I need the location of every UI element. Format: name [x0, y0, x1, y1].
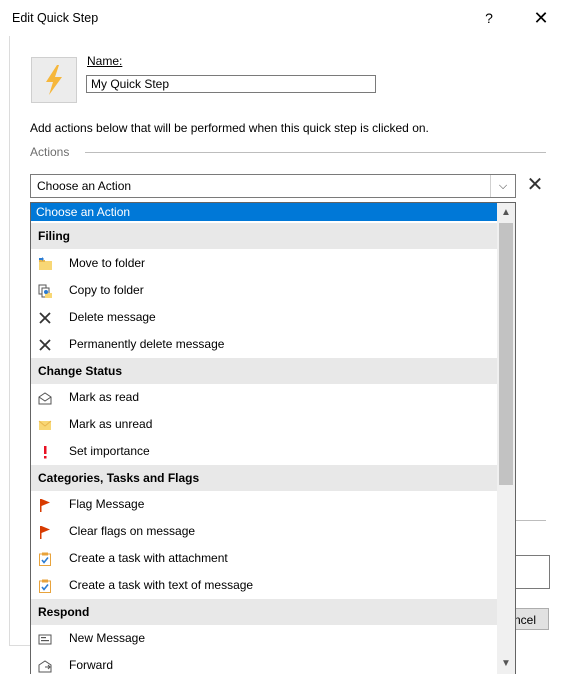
move-folder-icon — [39, 257, 52, 270]
copy-folder-icon — [38, 284, 52, 298]
hidden-text-field[interactable] — [516, 555, 550, 589]
list-item-clear-flags[interactable]: Clear flags on message — [31, 518, 497, 545]
group-header-change-status: Change Status — [31, 358, 497, 384]
chevron-down-icon[interactable]: ⌵ — [490, 175, 515, 197]
quick-step-icon-button[interactable] — [31, 57, 77, 103]
exclamation-icon — [44, 446, 47, 459]
list-item-flag-message[interactable]: Flag Message — [31, 491, 497, 518]
remove-action-button[interactable]: ✕ — [524, 173, 546, 197]
list-item-move-to-folder[interactable]: Move to folder — [31, 250, 497, 277]
list-item-mark-as-read[interactable]: Mark as read — [31, 384, 497, 411]
name-label: Name: — [87, 54, 123, 68]
list-item-set-importance[interactable]: Set importance — [31, 438, 497, 465]
cancel-button[interactable]: ncel — [512, 608, 549, 630]
action-dropdown-list[interactable]: Choose an Action Filing Move to folder C… — [30, 202, 516, 674]
list-item-task-with-attachment[interactable]: Create a task with attachment — [31, 545, 497, 572]
combo-value: Choose an Action — [37, 179, 132, 193]
cancel-label: ncel — [514, 613, 537, 627]
list-item-selected[interactable]: Choose an Action — [31, 203, 497, 221]
task-icon — [39, 579, 51, 593]
list-item-permanently-delete[interactable]: Permanently delete message — [31, 331, 497, 358]
new-message-icon — [38, 634, 52, 645]
open-envelope-icon — [38, 392, 52, 405]
list-item-mark-as-unread[interactable]: Mark as unread — [31, 411, 497, 438]
dropdown-scrollbar[interactable]: ▲ ▼ — [497, 203, 515, 674]
scroll-down-arrow-icon[interactable]: ▼ — [497, 655, 515, 672]
group-header-respond: Respond — [31, 599, 497, 625]
delete-x-icon — [39, 312, 51, 324]
close-button[interactable]: ✕ — [526, 4, 556, 32]
list-item-forward[interactable]: Forward — [31, 652, 497, 674]
instructions-text: Add actions below that will be performed… — [30, 121, 429, 135]
forward-icon — [38, 660, 52, 673]
scrollbar-thumb[interactable] — [499, 223, 513, 485]
actions-section-label: Actions — [30, 145, 70, 159]
actions-divider — [85, 152, 546, 153]
scroll-up-arrow-icon[interactable]: ▲ — [497, 204, 515, 221]
flag-icon — [40, 499, 50, 512]
list-item-new-message[interactable]: New Message — [31, 625, 497, 652]
list-item-task-with-text[interactable]: Create a task with text of message — [31, 572, 497, 599]
group-header-filing: Filing — [31, 223, 497, 249]
task-icon — [39, 552, 51, 566]
action-combobox[interactable]: Choose an Action ⌵ — [30, 174, 516, 198]
flag-icon — [40, 526, 50, 539]
group-header-categories: Categories, Tasks and Flags — [31, 465, 497, 491]
dialog-left-edge — [9, 36, 10, 646]
delete-x-icon — [39, 339, 51, 351]
name-input[interactable]: My Quick Step — [86, 75, 376, 93]
window-title: Edit Quick Step — [12, 11, 99, 25]
list-item-delete-message[interactable]: Delete message — [31, 304, 497, 331]
hidden-section-divider — [516, 520, 546, 521]
list-item-copy-to-folder[interactable]: Copy to folder — [31, 277, 497, 304]
lightning-bolt-icon — [46, 65, 62, 95]
closed-envelope-icon — [38, 420, 52, 430]
help-button[interactable]: ? — [474, 6, 504, 30]
